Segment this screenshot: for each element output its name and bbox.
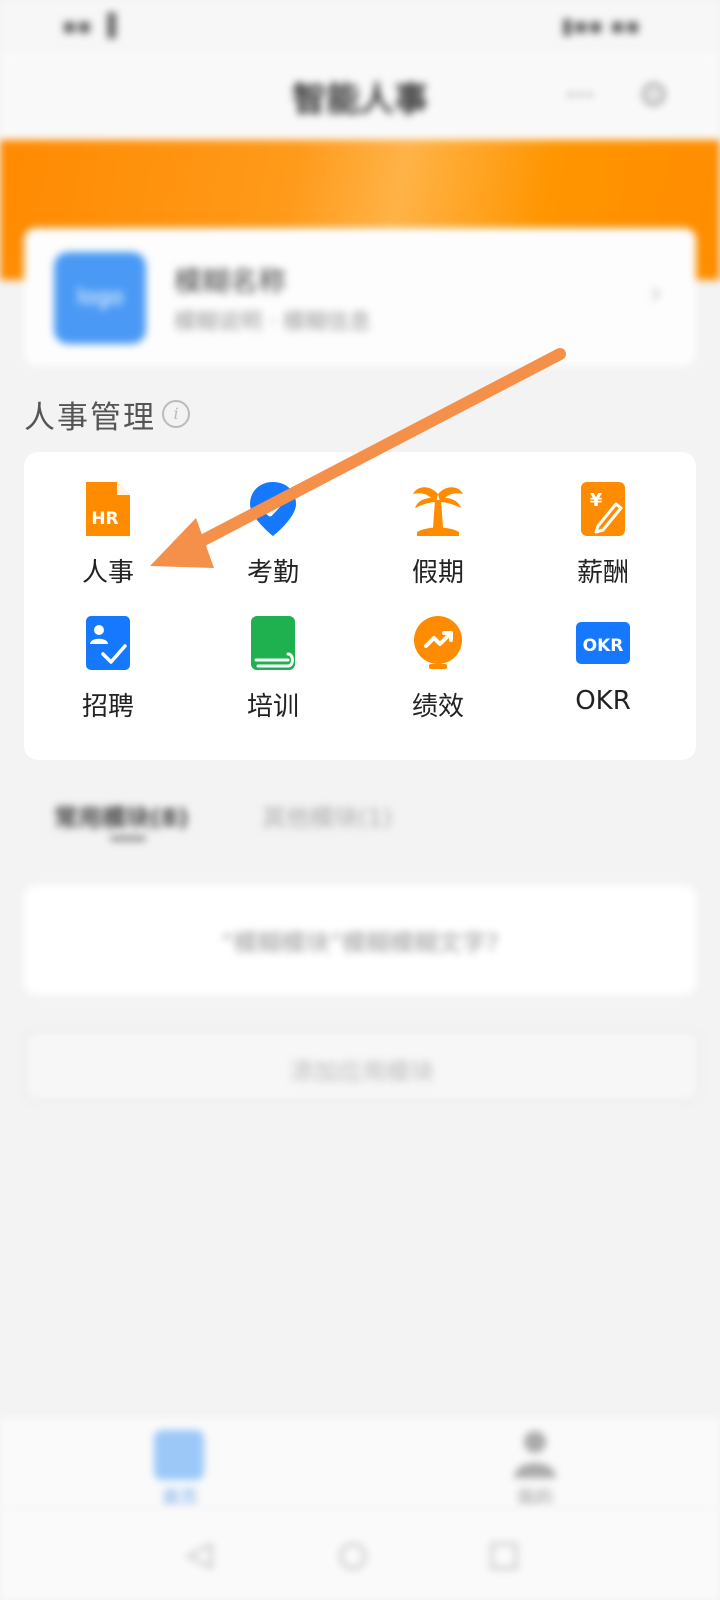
home-circle-icon[interactable]: ○ (338, 1534, 368, 1574)
tab-common-modules[interactable]: 常用模块(8) (54, 798, 189, 833)
trend-up-icon (414, 616, 462, 669)
status-battery: ▮▪▪ ▪▪ (561, 14, 640, 39)
app-label: 招聘 (81, 692, 134, 722)
more-icon[interactable]: ··· (565, 78, 594, 113)
hr-file-icon: HR (86, 482, 130, 536)
chevron-right-icon: › (650, 276, 662, 311)
yen-pen-icon: ¥ (581, 482, 625, 536)
okr-icon: OKR (576, 622, 630, 664)
app-grid: HR 人事 考勤 假期 ¥ 薪酬 招聘 培训 绩效 OKR OKR (24, 452, 696, 760)
home-icon[interactable] (154, 1430, 204, 1480)
app-item-salary[interactable]: ¥ 薪酬 (519, 480, 687, 600)
user-icon[interactable] (512, 1428, 558, 1480)
app-label: 薪酬 (576, 558, 629, 588)
close-icon[interactable]: ⊙ (640, 74, 669, 114)
add-module-button[interactable]: 添加应用模块 (24, 1030, 700, 1102)
status-signal: ▪▪ ▐ (62, 14, 116, 39)
recent-apps-icon[interactable]: □ (488, 1534, 520, 1574)
user-check-icon (86, 616, 130, 670)
app-label: OKR (575, 686, 631, 716)
tab-other-modules[interactable]: 其他模块(1) (262, 798, 392, 833)
nav-me-label[interactable]: 我的 (502, 1484, 568, 1510)
system-nav-bar: ◁ ○ □ (0, 1508, 720, 1600)
module-tabs: 常用模块(8) 其他模块(1) (0, 790, 720, 850)
book-icon (251, 616, 295, 670)
palm-tree-icon (413, 487, 463, 536)
app-label: 人事 (81, 558, 134, 588)
app-item-recruit[interactable]: 招聘 (24, 614, 192, 734)
svg-text:HR: HR (91, 509, 118, 529)
info-icon[interactable]: i (162, 400, 190, 428)
app-label: 绩效 (411, 692, 464, 722)
app-item-attendance[interactable]: 考勤 (189, 480, 357, 600)
company-subtitle: 模糊说明 · 模糊信息 (174, 310, 371, 335)
nav-home-label[interactable]: 首页 (150, 1484, 210, 1510)
app-label: 考勤 (246, 558, 299, 588)
app-label: 培训 (246, 692, 299, 722)
notice-card[interactable]: “模糊模块”模糊模糊文字? (24, 885, 696, 995)
status-bar: ▪▪ ▐ ▮▪▪ ▪▪ (0, 0, 720, 50)
company-logo: logo (54, 252, 146, 344)
app-item-hr[interactable]: HR 人事 (24, 480, 192, 600)
tab-indicator (110, 836, 146, 841)
app-item-okr[interactable]: OKR OKR (519, 614, 687, 734)
back-icon[interactable]: ◁ (186, 1534, 212, 1574)
location-check-icon (250, 482, 296, 536)
company-card[interactable]: logo 模糊名称 模糊说明 · 模糊信息 › (24, 228, 696, 366)
app-label: 假期 (411, 558, 464, 588)
page-title: 智能人事 (292, 80, 428, 120)
notice-text: “模糊模块”模糊模糊文字? (221, 929, 499, 957)
app-item-leave[interactable]: 假期 (354, 480, 522, 600)
svg-text:¥: ¥ (590, 490, 603, 511)
section-title: 人事管理 (24, 400, 156, 436)
app-item-performance[interactable]: 绩效 (354, 614, 522, 734)
add-module-label: 添加应用模块 (290, 1058, 434, 1086)
bottom-nav: 首页 我的 (0, 1418, 720, 1510)
svg-text:OKR: OKR (583, 636, 624, 656)
company-name: 模糊名称 (174, 265, 287, 298)
app-item-training[interactable]: 培训 (189, 614, 357, 734)
app-header: 智能人事 ··· ⊙ (0, 50, 720, 140)
